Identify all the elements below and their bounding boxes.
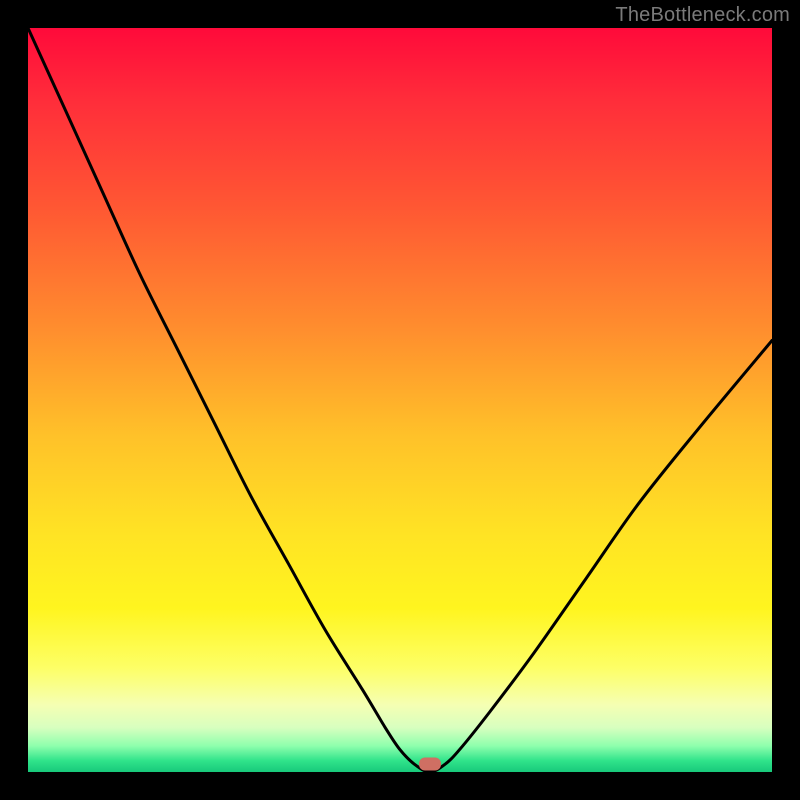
chart-frame: TheBottleneck.com: [0, 0, 800, 800]
minimum-marker: [419, 758, 441, 771]
plot-area: [28, 28, 772, 772]
bottleneck-curve: [28, 28, 772, 772]
watermark-text: TheBottleneck.com: [615, 4, 790, 27]
